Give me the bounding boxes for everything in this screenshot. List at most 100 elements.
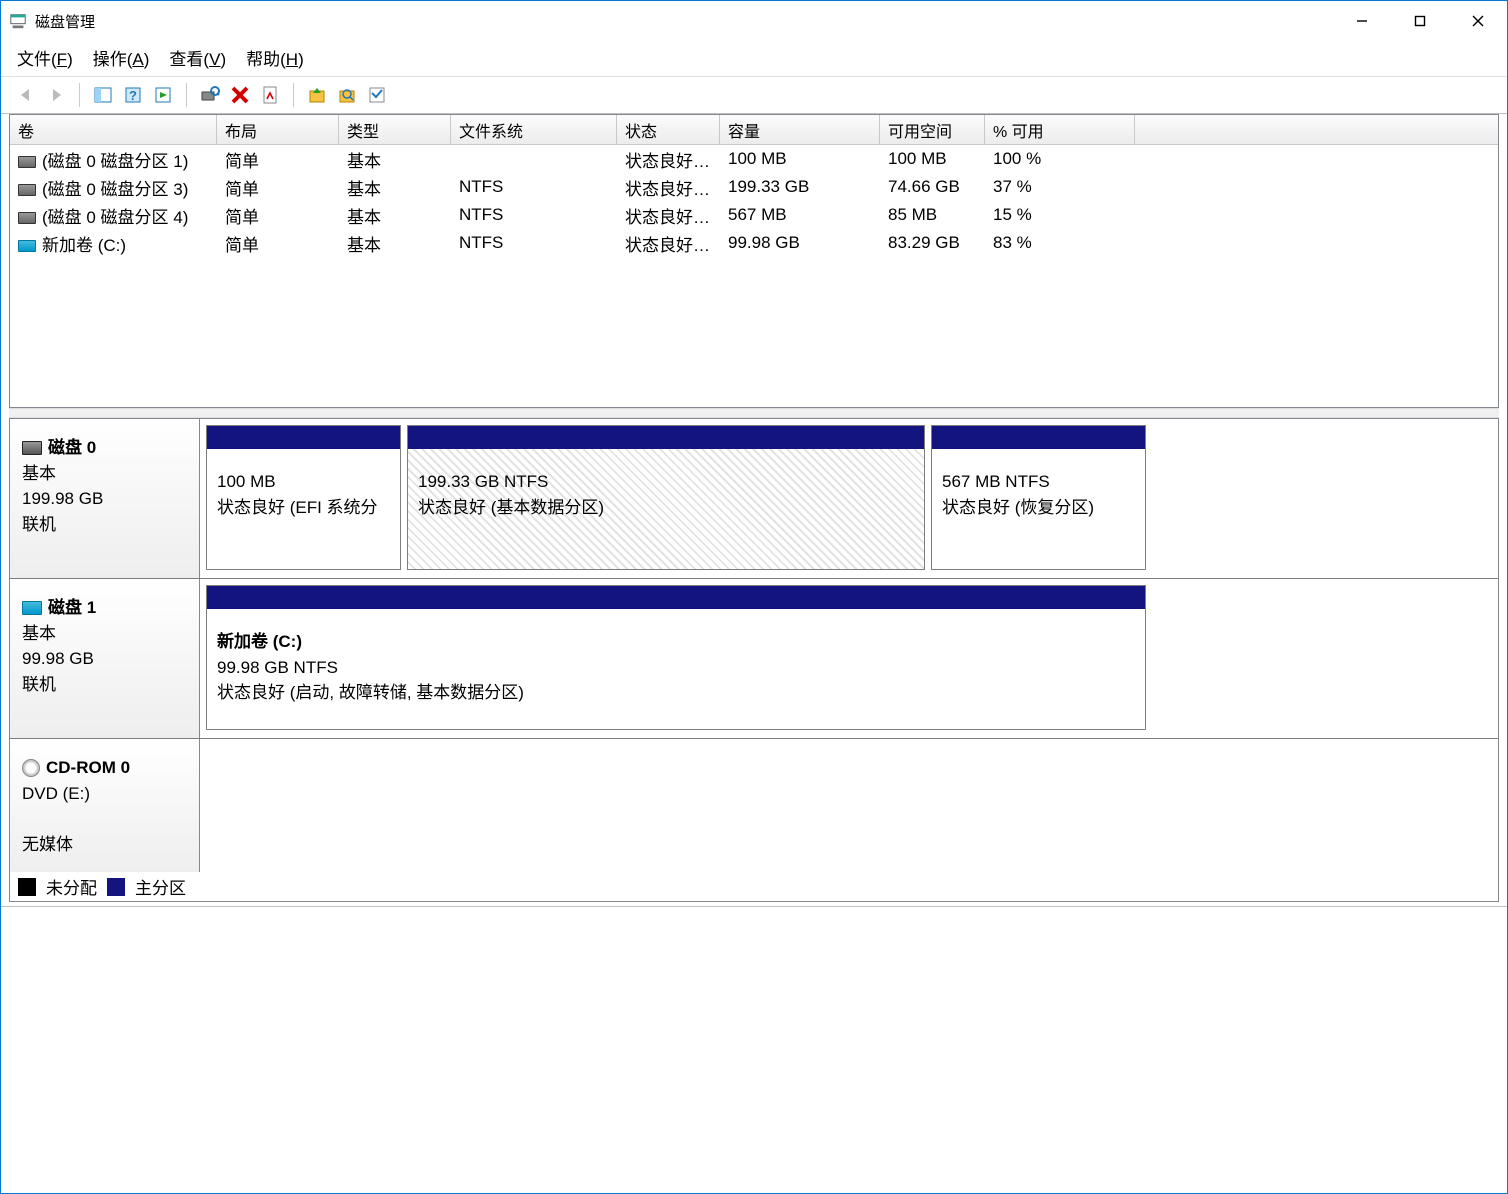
partition[interactable]: 199.33 GB NTFS状态良好 (基本数据分区) <box>407 425 925 570</box>
volume-grid-body[interactable]: (磁盘 0 磁盘分区 1)简单基本状态良好 (...100 MB100 MB10… <box>10 145 1498 407</box>
search-button[interactable] <box>334 82 360 108</box>
disk-type: 基本 <box>22 621 187 647</box>
disk-icon <box>22 759 40 777</box>
menubar: 文件(F) 操作(A) 查看(V) 帮助(H) <box>1 41 1507 76</box>
col-header-capacity[interactable]: 容量 <box>720 115 880 144</box>
volume-row[interactable]: (磁盘 0 磁盘分区 1)简单基本状态良好 (...100 MB100 MB10… <box>10 145 1498 173</box>
volume-icon <box>18 212 36 224</box>
volume-free: 100 MB <box>880 149 985 169</box>
volume-capacity: 100 MB <box>720 149 880 169</box>
legend-label-unallocated: 未分配 <box>46 874 97 899</box>
col-header-rest <box>1135 115 1498 144</box>
up-button[interactable] <box>304 82 330 108</box>
menu-file[interactable]: 文件(F) <box>17 45 73 70</box>
volume-status: 状态良好 (... <box>617 147 720 172</box>
partition-status: 状态良好 (EFI 系统分 <box>217 495 390 521</box>
volume-type: 基本 <box>339 147 451 172</box>
partition-status: 状态良好 (基本数据分区) <box>418 495 914 521</box>
nav-back-button[interactable] <box>13 82 39 108</box>
action-button[interactable] <box>150 82 176 108</box>
col-header-pct[interactable]: % 可用 <box>985 115 1135 144</box>
disk-layout-pane[interactable]: 磁盘 0基本199.98 GB联机100 MB状态良好 (EFI 系统分199.… <box>9 418 1499 872</box>
partition[interactable]: 新加卷 (C:)99.98 GB NTFS状态良好 (启动, 故障转储, 基本数… <box>206 585 1146 730</box>
partition[interactable]: 567 MB NTFS状态良好 (恢复分区) <box>931 425 1146 570</box>
volume-fs: NTFS <box>451 205 617 225</box>
disk-row: CD-ROM 0DVD (E:) 无媒体 <box>10 739 1498 872</box>
volume-icon <box>18 156 36 168</box>
volume-grid: 卷 布局 类型 文件系统 状态 容量 可用空间 % 可用 (磁盘 0 磁盘分区 … <box>9 114 1499 408</box>
statusbar <box>1 906 1507 934</box>
horizontal-splitter[interactable] <box>9 408 1499 418</box>
col-header-volume[interactable]: 卷 <box>10 115 217 144</box>
volume-icon <box>18 184 36 196</box>
partition[interactable]: 100 MB状态良好 (EFI 系统分 <box>206 425 401 570</box>
partition-size-fs: 567 MB NTFS <box>942 469 1135 495</box>
volume-row[interactable]: 新加卷 (C:)简单基本NTFS状态良好 (...99.98 GB83.29 G… <box>10 229 1498 257</box>
nav-forward-button[interactable] <box>43 82 69 108</box>
disk-name: CD-ROM 0 <box>46 755 130 781</box>
disk-partitions: 100 MB状态良好 (EFI 系统分199.33 GB NTFS状态良好 (基… <box>200 419 1498 578</box>
maximize-button[interactable] <box>1391 1 1449 41</box>
disk-row: 磁盘 1基本99.98 GB联机新加卷 (C:)99.98 GB NTFS状态良… <box>10 579 1498 739</box>
volume-type: 基本 <box>339 231 451 256</box>
properties-button[interactable] <box>257 82 283 108</box>
disk-type: DVD (E:) <box>22 781 187 807</box>
disk-partitions: 新加卷 (C:)99.98 GB NTFS状态良好 (启动, 故障转储, 基本数… <box>200 579 1498 738</box>
volume-capacity: 567 MB <box>720 205 880 225</box>
close-button[interactable] <box>1449 1 1507 41</box>
delete-icon[interactable] <box>227 82 253 108</box>
disk-icon <box>22 441 42 455</box>
minimize-button[interactable] <box>1333 1 1391 41</box>
volume-row[interactable]: (磁盘 0 磁盘分区 4)简单基本NTFS状态良好 (...567 MB85 M… <box>10 201 1498 229</box>
col-header-status[interactable]: 状态 <box>617 115 720 144</box>
toolbar-separator <box>79 83 80 107</box>
disk-label[interactable]: CD-ROM 0DVD (E:) 无媒体 <box>10 739 200 872</box>
refresh-button[interactable] <box>197 82 223 108</box>
volume-type: 基本 <box>339 175 451 200</box>
toolbar-separator <box>186 83 187 107</box>
volume-name: (磁盘 0 磁盘分区 4) <box>42 208 188 227</box>
volume-fs: NTFS <box>451 233 617 253</box>
options-button[interactable] <box>364 82 390 108</box>
disk-type: 基本 <box>22 461 187 487</box>
col-header-fs[interactable]: 文件系统 <box>451 115 617 144</box>
disk-name: 磁盘 0 <box>48 435 96 461</box>
titlebar: 磁盘管理 <box>1 1 1507 41</box>
partition-bar <box>207 426 400 449</box>
volume-status: 状态良好 (... <box>617 175 720 200</box>
volume-free: 74.66 GB <box>880 177 985 197</box>
partition-size-fs: 100 MB <box>217 469 390 495</box>
col-header-type[interactable]: 类型 <box>339 115 451 144</box>
col-header-free[interactable]: 可用空间 <box>880 115 985 144</box>
volume-icon <box>18 240 36 252</box>
volume-name: (磁盘 0 磁盘分区 1) <box>42 152 188 171</box>
volume-capacity: 99.98 GB <box>720 233 880 253</box>
volume-row[interactable]: (磁盘 0 磁盘分区 3)简单基本NTFS状态良好 (...199.33 GB7… <box>10 173 1498 201</box>
disk-state: 无媒体 <box>22 832 187 858</box>
disk-label[interactable]: 磁盘 1基本99.98 GB联机 <box>10 579 200 738</box>
volume-pct: 83 % <box>985 233 1135 253</box>
partition-name: 新加卷 (C:) <box>217 629 1135 655</box>
menu-view[interactable]: 查看(V) <box>169 45 226 70</box>
disk-label[interactable]: 磁盘 0基本199.98 GB联机 <box>10 419 200 578</box>
menu-help[interactable]: 帮助(H) <box>246 45 304 70</box>
volume-layout: 简单 <box>217 175 339 200</box>
toolbar: ? <box>1 76 1507 114</box>
show-hide-tree-button[interactable] <box>90 82 116 108</box>
partition-bar <box>408 426 924 449</box>
svg-text:?: ? <box>129 88 137 103</box>
disk-partitions <box>200 739 1498 872</box>
volume-grid-header: 卷 布局 类型 文件系统 状态 容量 可用空间 % 可用 <box>10 115 1498 145</box>
window-title: 磁盘管理 <box>35 11 95 32</box>
volume-status: 状态良好 (... <box>617 231 720 256</box>
menu-action[interactable]: 操作(A) <box>93 45 150 70</box>
partition-status: 状态良好 (启动, 故障转储, 基本数据分区) <box>217 680 1135 706</box>
partition-size-fs: 199.33 GB NTFS <box>418 469 914 495</box>
volume-layout: 简单 <box>217 147 339 172</box>
volume-fs: NTFS <box>451 177 617 197</box>
help-button[interactable]: ? <box>120 82 146 108</box>
disk-icon <box>22 601 42 615</box>
partition-bar <box>932 426 1145 449</box>
col-header-layout[interactable]: 布局 <box>217 115 339 144</box>
partition-bar <box>207 586 1145 609</box>
